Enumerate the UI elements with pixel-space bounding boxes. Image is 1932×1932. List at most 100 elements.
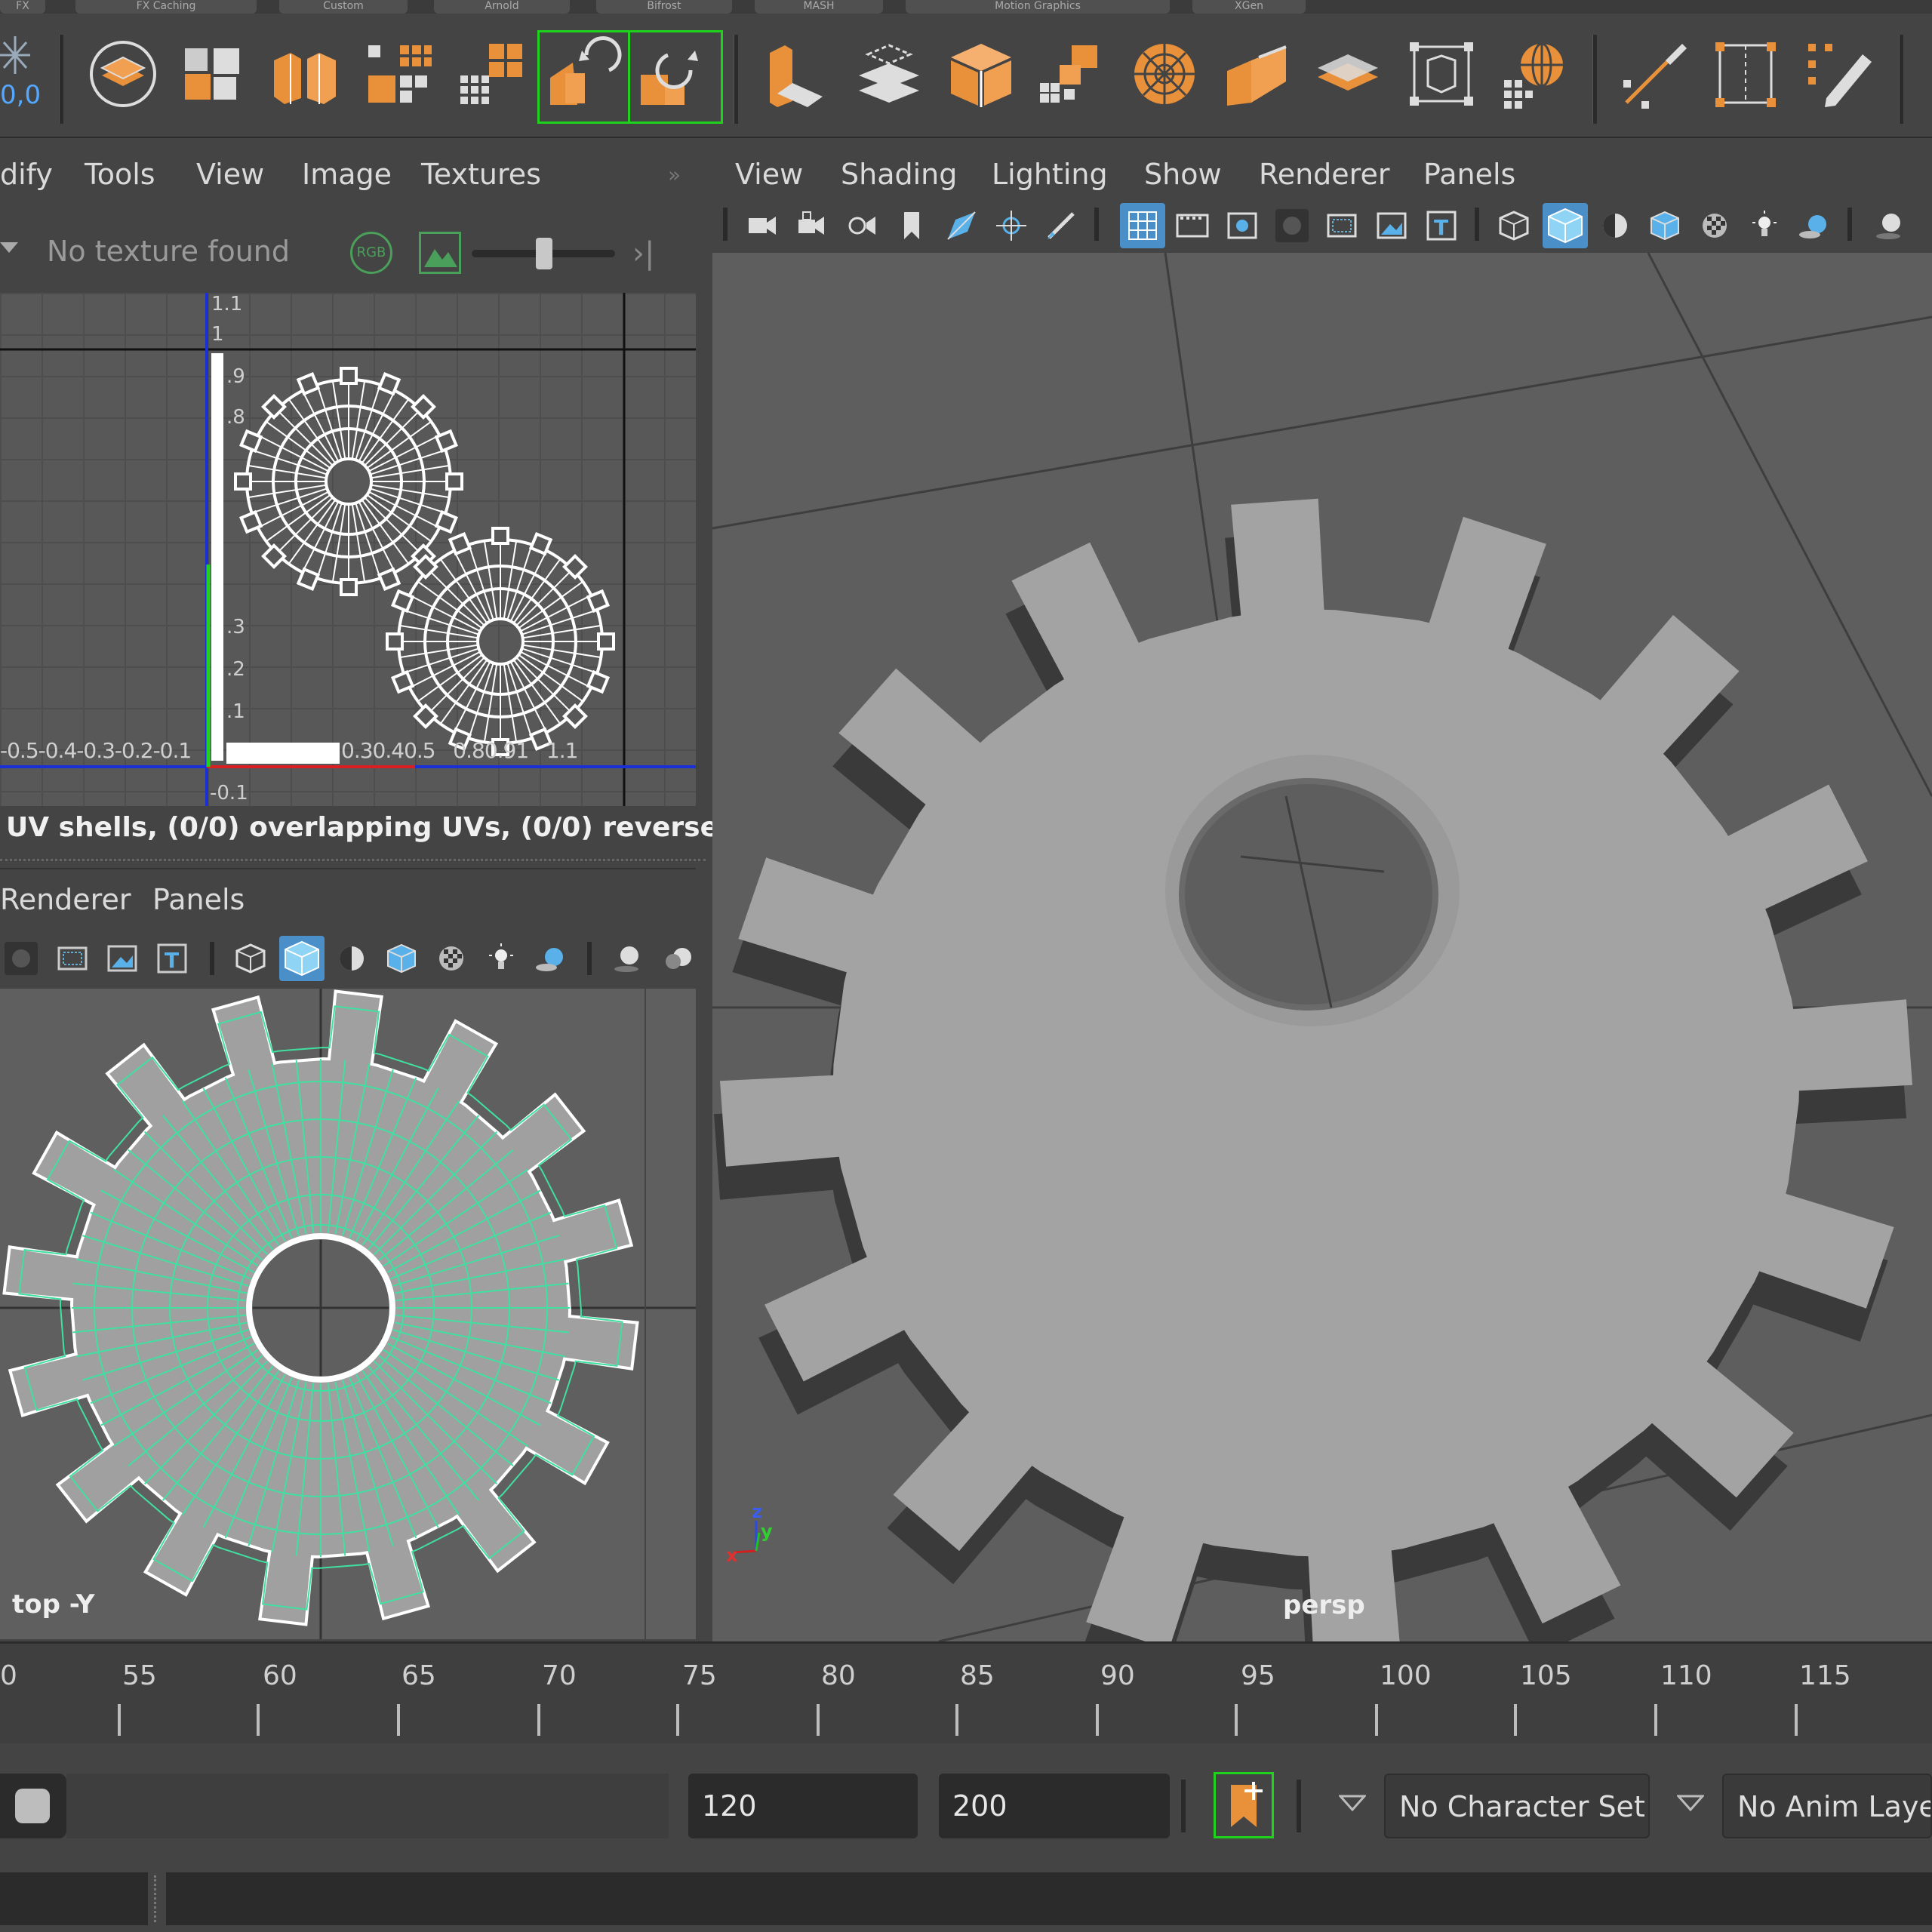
shelf-tab-custom[interactable]: Custom xyxy=(279,0,408,14)
dropdown-arrow-icon[interactable] xyxy=(1337,1795,1367,1814)
top-view-viewport[interactable]: top -Y xyxy=(0,989,696,1639)
camera-attributes-icon[interactable] xyxy=(845,209,878,242)
quad-squares-icon[interactable] xyxy=(177,38,250,110)
range-start-field[interactable] xyxy=(0,1774,66,1838)
menu-tools[interactable]: Tools xyxy=(85,158,155,191)
panel-border[interactable] xyxy=(696,868,712,1641)
menu-image[interactable]: Image xyxy=(302,158,392,191)
shelf-tab-xgen[interactable]: XGen xyxy=(1192,0,1306,14)
menu-overflow-icon[interactable]: » xyxy=(668,162,681,187)
menu-modify[interactable]: dify xyxy=(0,158,53,191)
lights-icon[interactable] xyxy=(1748,209,1781,242)
cube-open-icon[interactable] xyxy=(945,38,1017,110)
menu-renderer[interactable]: Renderer xyxy=(0,883,131,916)
select-camera-icon[interactable] xyxy=(746,209,779,242)
menu-shading[interactable]: Shading xyxy=(841,158,957,191)
camera-lock-icon[interactable] xyxy=(795,209,829,242)
shelf-tab-fx[interactable]: FX xyxy=(0,0,45,14)
range-slider-handle[interactable] xyxy=(15,1789,50,1823)
grid-squares-2-icon[interactable] xyxy=(454,38,527,110)
rgb-channel-icon[interactable]: RGB xyxy=(350,232,392,274)
shadow-toggle-icon[interactable] xyxy=(5,942,38,975)
grid-toggle-icon[interactable] xyxy=(1120,203,1165,248)
menu-view[interactable]: View xyxy=(196,158,264,191)
image-plane-icon[interactable] xyxy=(106,942,139,975)
default-material-icon[interactable] xyxy=(335,942,368,975)
textured-icon[interactable] xyxy=(435,942,468,975)
film-gate-icon[interactable] xyxy=(1176,209,1209,242)
shadows-icon[interactable] xyxy=(1798,209,1831,242)
time-slider[interactable]: 0 55 60 65 70 75 80 85 90 95 100 105 110… xyxy=(0,1641,1932,1743)
smooth-shade-icon[interactable] xyxy=(279,936,325,981)
auto-key-icon[interactable] xyxy=(1214,1772,1274,1838)
character-set-dropdown[interactable]: No Character Set xyxy=(1384,1774,1650,1838)
end-time-field[interactable]: 120 xyxy=(688,1774,918,1838)
gate-mask-icon[interactable] xyxy=(1275,209,1309,242)
resolution-gate-icon[interactable] xyxy=(1226,209,1259,242)
menu-lighting[interactable]: Lighting xyxy=(992,158,1108,191)
command-splitter[interactable] xyxy=(154,1875,158,1922)
wireframe-cube-icon[interactable] xyxy=(1497,209,1531,242)
uv-editor-canvas[interactable]: 1.1 1 .9 .8 .3 .2 .1 -0.1 -0.5-0.4-0.3-0… xyxy=(0,293,696,832)
command-input[interactable] xyxy=(166,1872,1932,1925)
wireframe-on-shaded-icon[interactable] xyxy=(1648,209,1681,242)
sphere-grid-icon[interactable] xyxy=(1498,38,1571,110)
rotate-uv-ccw-icon[interactable] xyxy=(537,30,628,124)
exposure-slider-handle[interactable] xyxy=(536,238,552,269)
panel-splitter[interactable] xyxy=(0,859,706,863)
scatter-squares-icon[interactable] xyxy=(1034,38,1106,110)
default-material-icon[interactable] xyxy=(1598,209,1632,242)
layer-planes-icon[interactable] xyxy=(853,38,925,110)
bounding-box-icon[interactable] xyxy=(1405,38,1478,110)
lights-icon[interactable] xyxy=(485,942,518,975)
anim-end-field[interactable]: 200 xyxy=(939,1774,1170,1838)
bookmark-icon[interactable] xyxy=(895,209,928,242)
bevel-cube-icon[interactable] xyxy=(1221,38,1294,110)
grease-pencil-icon[interactable] xyxy=(1044,209,1078,242)
radial-sphere-icon[interactable] xyxy=(1128,38,1201,110)
rotate-uv-cw-icon[interactable] xyxy=(628,30,723,124)
ambient-occlusion-icon[interactable] xyxy=(1873,209,1906,242)
motion-blur-icon[interactable] xyxy=(663,942,696,975)
safe-title-icon[interactable]: T xyxy=(1425,209,1458,242)
menu-panels[interactable]: Panels xyxy=(1423,158,1515,191)
dropdown-arrow-icon[interactable] xyxy=(0,242,18,253)
image-display-icon[interactable] xyxy=(419,232,461,274)
textured-icon[interactable] xyxy=(1698,209,1731,242)
smooth-shade-icon[interactable] xyxy=(1543,203,1588,248)
menu-view[interactable]: View xyxy=(735,158,803,191)
layer-stack-icon[interactable] xyxy=(87,38,159,110)
command-language-field[interactable] xyxy=(0,1872,148,1925)
persp-viewport[interactable]: z y x persp xyxy=(712,253,1932,1641)
ambient-occlusion-icon[interactable] xyxy=(611,942,645,975)
split-cube-icon[interactable] xyxy=(268,38,340,110)
paint-pen-icon[interactable] xyxy=(1804,38,1876,110)
menu-show[interactable]: Show xyxy=(1144,158,1222,191)
shelf-tab-bifrost[interactable]: Bifrost xyxy=(596,0,732,14)
wireframe-cube-icon[interactable] xyxy=(234,942,267,975)
menu-panels[interactable]: Panels xyxy=(152,883,245,916)
shelf-tab-mash[interactable]: MASH xyxy=(755,0,883,14)
knife-pen-icon[interactable] xyxy=(1619,38,1691,110)
range-slider-track[interactable] xyxy=(66,1774,669,1838)
image-plane-icon[interactable] xyxy=(945,209,978,242)
shelf-tab-fx-caching[interactable]: FX Caching xyxy=(75,0,257,14)
safe-action-icon[interactable] xyxy=(1375,209,1408,242)
stacked-planes-icon[interactable] xyxy=(1312,38,1384,110)
text-icon[interactable]: T xyxy=(155,942,189,975)
dropdown-arrow-icon[interactable] xyxy=(1675,1795,1706,1814)
shelf-tab-motion-graphics[interactable]: Motion Graphics xyxy=(906,0,1170,14)
dimension-frame-icon[interactable] xyxy=(1709,38,1782,110)
extrude-icon[interactable] xyxy=(762,38,835,110)
shadows-icon[interactable] xyxy=(534,942,568,975)
two-d-pan-zoom-icon[interactable] xyxy=(995,209,1028,242)
wireframe-on-shaded-icon[interactable] xyxy=(385,942,418,975)
menu-textures[interactable]: Textures xyxy=(421,158,541,191)
menu-renderer[interactable]: Renderer xyxy=(1259,158,1389,191)
grid-squares-icon[interactable] xyxy=(362,38,435,110)
snowflake-icon[interactable]: 0,0 xyxy=(0,29,45,119)
shelf-tab-arnold[interactable]: Arnold xyxy=(434,0,570,14)
field-chart-icon[interactable] xyxy=(1325,209,1358,242)
safe-frame-icon[interactable] xyxy=(56,942,89,975)
anim-layer-dropdown[interactable]: No Anim Layer xyxy=(1722,1774,1932,1838)
